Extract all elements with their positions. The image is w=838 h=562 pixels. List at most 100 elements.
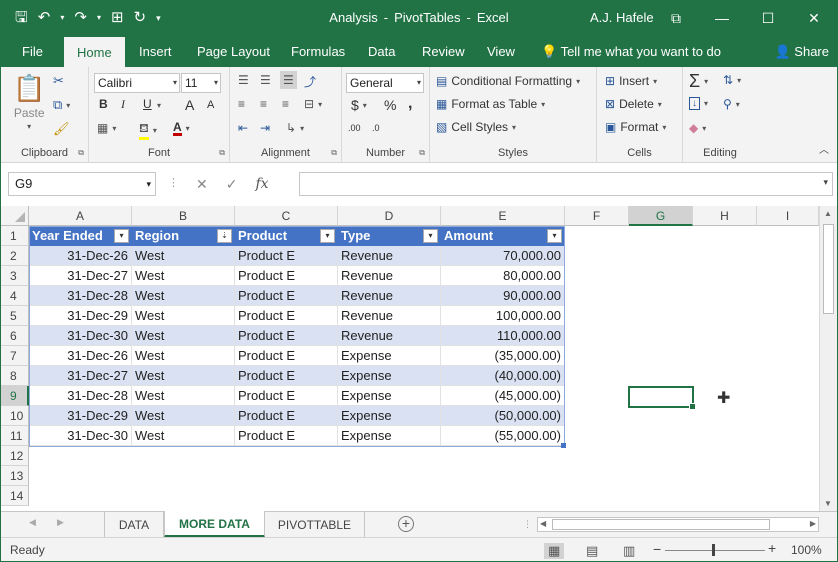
middle-align-button[interactable]: ☰ xyxy=(260,73,271,87)
table-header-region[interactable]: Region ⇣ xyxy=(132,226,235,246)
filter-dropdown-icon[interactable]: ▾ xyxy=(547,229,562,243)
select-all-corner[interactable] xyxy=(1,206,29,226)
tab-splitter-icon[interactable]: ⋮ xyxy=(523,519,532,530)
font-size-combo[interactable]: 11 ▾ xyxy=(181,73,221,93)
table-cell-type[interactable]: Expense xyxy=(338,406,441,426)
percent-button[interactable]: % xyxy=(384,97,396,113)
table-cell-amount[interactable]: 100,000.00 xyxy=(441,306,565,326)
font-launcher-icon[interactable]: ⧉ xyxy=(219,148,225,158)
borders-button[interactable]: ▦ ▾ xyxy=(97,121,116,135)
tab-review[interactable]: Review xyxy=(422,37,465,67)
currency-button[interactable]: $ ▾ xyxy=(351,97,367,113)
column-header[interactable]: F xyxy=(565,206,629,226)
align-right-button[interactable]: ≡ xyxy=(282,97,289,111)
scroll-left-icon[interactable]: ◀ xyxy=(540,519,546,528)
decrease-decimal-button[interactable]: .0 xyxy=(372,123,380,133)
ribbon-display-options-icon[interactable]: ⧉ xyxy=(653,1,699,37)
tab-data[interactable]: Data xyxy=(368,37,395,67)
name-box[interactable]: G9 ▾ xyxy=(8,172,156,196)
table-cell-product[interactable]: Product E xyxy=(235,346,338,366)
table-cell-region[interactable]: West xyxy=(132,426,235,446)
row-header[interactable]: 14 xyxy=(1,486,29,506)
table-cell-year-ended[interactable]: 31-Dec-28 xyxy=(29,286,132,306)
row-header[interactable]: 13 xyxy=(1,466,29,486)
column-header[interactable]: I xyxy=(757,206,819,226)
filter-dropdown-icon[interactable]: ▾ xyxy=(114,229,129,243)
next-sheet-icon[interactable]: ▶ xyxy=(57,517,64,528)
decrease-indent-button[interactable]: ⇤ xyxy=(238,121,248,135)
table-cell-year-ended[interactable]: 31-Dec-26 xyxy=(29,346,132,366)
format-as-table-button[interactable]: ▦ Format as Table ▾ xyxy=(436,97,545,111)
sort-filter-applied-icon[interactable]: ⇣ xyxy=(217,229,232,243)
zoom-level[interactable]: 100% xyxy=(791,543,822,557)
minimize-button[interactable]: — xyxy=(699,1,745,37)
zoom-in-button[interactable]: + xyxy=(768,540,776,556)
active-cell-G9[interactable] xyxy=(628,386,696,410)
zoom-out-button[interactable]: − xyxy=(653,541,661,557)
table-cell-region[interactable]: West xyxy=(132,286,235,306)
row-header[interactable]: 3 xyxy=(1,266,29,286)
cancel-icon[interactable]: ✕ xyxy=(196,176,208,193)
formula-input[interactable]: ▾ xyxy=(299,172,833,196)
table-resize-handle[interactable] xyxy=(561,443,566,448)
table-cell-region[interactable]: West xyxy=(132,346,235,366)
fill-button[interactable]: ↓ ▾ xyxy=(689,97,708,110)
format-painter-button[interactable]: 🖌 xyxy=(53,121,70,137)
table-cell-product[interactable]: Product E xyxy=(235,266,338,286)
underline-dropdown-icon[interactable]: ▾ xyxy=(157,101,161,110)
expand-formula-bar-icon[interactable]: ▾ xyxy=(823,177,828,188)
vertical-scroll-thumb[interactable] xyxy=(823,224,834,314)
increase-decimal-button[interactable]: .00 xyxy=(348,123,361,133)
underline-button[interactable]: U xyxy=(143,97,152,111)
worksheet-grid[interactable]: A B C D E F G H I 1 2 3 4 5 6 7 8 9 10 11 12 13 14 Ye… xyxy=(1,206,837,511)
table-cell-type[interactable]: Revenue xyxy=(338,286,441,306)
tab-view[interactable]: View xyxy=(487,37,515,67)
table-cell-amount[interactable]: (35,000.00) xyxy=(441,346,565,366)
sheet-tab-pivottable[interactable]: PIVOTTABLE xyxy=(265,512,365,538)
number-launcher-icon[interactable]: ⧉ xyxy=(419,148,425,158)
table-cell-product[interactable]: Product E xyxy=(235,386,338,406)
table-cell-amount[interactable]: 70,000.00 xyxy=(441,246,565,266)
grow-font-button[interactable]: A xyxy=(185,97,194,113)
table-cell-region[interactable]: West xyxy=(132,306,235,326)
horizontal-scrollbar[interactable]: ◀ ▶ xyxy=(537,517,819,532)
row-header[interactable]: 6 xyxy=(1,326,29,346)
column-header[interactable]: H xyxy=(693,206,757,226)
table-cell-year-ended[interactable]: 31-Dec-30 xyxy=(29,426,132,446)
table-cell-product[interactable]: Product E xyxy=(235,326,338,346)
table-cell-type[interactable]: Expense xyxy=(338,426,441,446)
sheet-tab-more-data[interactable]: MORE DATA xyxy=(164,511,265,538)
table-cell-region[interactable]: West xyxy=(132,246,235,266)
column-header-selected[interactable]: G xyxy=(629,206,693,226)
column-header[interactable]: D xyxy=(338,206,441,226)
table-cell-amount[interactable]: (50,000.00) xyxy=(441,406,565,426)
page-break-view-icon[interactable]: ▥ xyxy=(623,543,635,559)
zoom-slider-track[interactable] xyxy=(665,550,765,551)
tab-home[interactable]: Home xyxy=(64,37,125,67)
vertical-scrollbar[interactable]: ▲ ▼ xyxy=(819,206,837,511)
row-header-selected[interactable]: 9 xyxy=(1,386,29,406)
sort-filter-button[interactable]: ⇅ ▾ xyxy=(723,73,741,87)
increase-indent-button[interactable]: ⇥ xyxy=(260,121,270,135)
column-header[interactable]: C xyxy=(235,206,338,226)
bold-button[interactable]: B xyxy=(99,97,108,111)
tab-file[interactable]: File xyxy=(22,37,43,67)
row-header[interactable]: 7 xyxy=(1,346,29,366)
align-left-button[interactable]: ≡ xyxy=(238,97,245,111)
alignment-launcher-icon[interactable]: ⧉ xyxy=(331,148,337,158)
maximize-button[interactable]: ☐ xyxy=(745,1,791,37)
row-header[interactable]: 12 xyxy=(1,446,29,466)
scroll-down-icon[interactable]: ▼ xyxy=(824,499,832,508)
table-cell-region[interactable]: West xyxy=(132,326,235,346)
text-direction-button[interactable]: ↳ ▾ xyxy=(286,121,304,135)
table-cell-amount[interactable]: (55,000.00) xyxy=(441,426,565,446)
table-cell-year-ended[interactable]: 31-Dec-28 xyxy=(29,386,132,406)
row-header[interactable]: 4 xyxy=(1,286,29,306)
table-header-amount[interactable]: Amount ▾ xyxy=(441,226,565,246)
table-cell-year-ended[interactable]: 31-Dec-30 xyxy=(29,326,132,346)
find-select-button[interactable]: ⚲ ▾ xyxy=(723,97,740,111)
share-button[interactable]: 👤 Share xyxy=(774,37,829,67)
table-cell-region[interactable]: West xyxy=(132,386,235,406)
table-header-type[interactable]: Type ▾ xyxy=(338,226,441,246)
table-cell-type[interactable]: Revenue xyxy=(338,266,441,286)
